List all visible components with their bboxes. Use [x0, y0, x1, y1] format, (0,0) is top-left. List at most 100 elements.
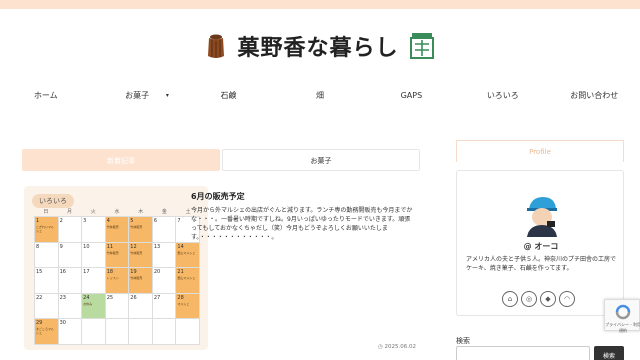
calendar-cell: 9	[58, 242, 83, 268]
calendar-event: 里山マルシェ	[177, 250, 196, 255]
calendar-day: 24	[83, 294, 90, 301]
nav-item-home[interactable]: ホーム	[0, 86, 91, 106]
canele-icon	[208, 34, 225, 58]
post-excerpt: 今月から外マルシェの出店がぐんと減ります。ランチ専の勤務開販売も今月までかな・・…	[191, 207, 413, 241]
social-links: ⌂ ◎ ◆ ◠	[502, 291, 575, 307]
calendar-day: 29	[36, 320, 43, 326]
nav-label: ホーム	[33, 91, 58, 100]
recaptcha-text[interactable]: プライバシー - 利用規約	[605, 322, 640, 334]
calendar-event: レッスン	[106, 276, 119, 280]
calendar-cell: 5 竹林販売	[129, 217, 153, 243]
calendar-cell: 21 里山マルシェ	[176, 268, 200, 294]
post-title[interactable]: 6月の販売予定	[191, 191, 245, 202]
post-card[interactable]: いろいろ 日月火水木金土 1 こぎれいマルシェ 2 3 4 竹林販売 5 竹林販売 6 7 8 9 10…	[22, 186, 420, 356]
calendar-day: 18	[106, 269, 114, 275]
nav-label: お問い合わせ	[570, 91, 619, 100]
calendar-event: 竹林販売	[106, 250, 119, 255]
weekday-label: 火	[90, 209, 96, 215]
calendar-event: マルシェ	[177, 301, 190, 306]
calendar-day: 19	[130, 269, 137, 275]
calendar-cell: 28 マルシェ	[176, 293, 200, 319]
calendar-day: 6	[153, 218, 158, 224]
chevron-down-icon: ▾	[165, 92, 169, 99]
nav-item-misc[interactable]: いろいろ	[457, 86, 548, 106]
nav-item-soap[interactable]: 石鹸	[183, 86, 274, 106]
post-thumbnail[interactable]: いろいろ 日月火水木金土 1 こぎれいマルシェ 2 3 4 竹林販売 5 竹林販売 6 7 8 9 10…	[24, 186, 208, 350]
calendar-event: こぎれいマルシェ	[36, 225, 55, 233]
calendar-day: 3	[83, 218, 87, 224]
calendar-cell: 19 竹林販売	[129, 268, 153, 294]
nav-item-sweets[interactable]: お菓子 ▾	[91, 86, 182, 106]
recaptcha-badge[interactable]: プライバシー - 利用規約	[604, 299, 640, 334]
site-header[interactable]: 菓野香な暮らし	[0, 24, 640, 68]
weekday-label: 木	[138, 209, 144, 215]
calendar-cell: 29 まごころマルシェ	[35, 319, 59, 345]
calendar-day: 21	[177, 269, 184, 275]
calendar-day: 5	[130, 218, 134, 224]
recaptcha-icon	[615, 304, 631, 320]
profile-heading: Profile	[456, 140, 624, 162]
calendar-grid: 1 こぎれいマルシェ 2 3 4 竹林販売 5 竹林販売 6 7 8 9 10 11 竹林販売 12 竹林販売 1…	[34, 216, 200, 345]
calendar: 日月火水木金土 1 こぎれいマルシェ 2 3 4 竹林販売 5 竹林販売 6 7 8 9 10 11 竹林販…	[34, 208, 200, 345]
instagram-icon[interactable]: ◎	[521, 291, 537, 307]
calendar-weekdays: 日月火水木金土	[34, 208, 200, 216]
calendar-cell: 11 竹林販売	[105, 242, 130, 268]
calendar-day: 14	[177, 243, 184, 250]
nav-label: いろいろ	[486, 91, 519, 100]
calendar-cell	[176, 319, 200, 345]
nav-item-contact[interactable]: お問い合わせ	[549, 86, 640, 106]
calendar-day: 7	[177, 218, 181, 224]
weekday-label: 日	[43, 209, 49, 215]
calendar-cell	[105, 319, 130, 345]
weekday-label: 金	[161, 209, 167, 215]
calendar-event: 竹林販売	[106, 225, 119, 229]
calendar-event: まごころマルシェ	[36, 327, 55, 335]
calendar-day: 15	[36, 269, 43, 275]
site-title[interactable]: 菓野香な暮らし	[237, 30, 398, 62]
weekday-label: 月	[67, 209, 73, 215]
calendar-cell: 25	[105, 293, 130, 319]
calendar-cell: 6	[152, 217, 177, 243]
calendar-cell: 18 レッスン	[105, 268, 130, 294]
calendar-cell: 3	[82, 217, 106, 243]
post-date: ◷ 2025.06.02	[378, 344, 416, 350]
calendar-event: 竹林販売	[130, 276, 143, 280]
user-name[interactable]: @ オーコ	[457, 241, 625, 252]
calendar-day: 28	[177, 294, 184, 301]
calendar-day: 17	[83, 269, 90, 275]
calendar-day: 9	[59, 243, 63, 250]
calendar-day: 25	[106, 294, 114, 301]
calendar-day: 13	[153, 243, 161, 250]
weekday-label: 水	[114, 209, 120, 215]
calendar-cell: 16	[58, 268, 83, 294]
calendar-cell: 17	[82, 268, 106, 294]
calendar-event: 竹林販売	[130, 250, 143, 255]
nav-item-gaps[interactable]: GAPS	[366, 86, 457, 106]
calendar-cell: 24 お休み	[82, 293, 106, 319]
calendar-day: 4	[106, 218, 110, 224]
calendar-event: お休み	[83, 301, 93, 306]
calendar-cell: 2	[58, 217, 83, 243]
search-label: 検索	[456, 337, 470, 345]
calendar-cell: 23	[58, 293, 83, 319]
nav-label: 畑	[315, 91, 324, 100]
calendar-event: 里山マルシェ	[177, 276, 196, 280]
search-input[interactable]	[456, 346, 590, 360]
search-button[interactable]: 検索	[594, 346, 624, 360]
home-icon[interactable]: ⌂	[502, 291, 518, 307]
tab-sweets[interactable]: お菓子	[222, 149, 420, 171]
calendar-day: 22	[36, 294, 43, 301]
rss-icon[interactable]: ◠	[559, 291, 575, 307]
calendar-cell: 14 里山マルシェ	[176, 242, 200, 268]
post-tabs: 新着記事 お菓子	[22, 149, 420, 171]
calendar-day: 8	[36, 243, 40, 250]
calendar-cell: 12 竹林販売	[129, 242, 153, 268]
calendar-day: 26	[130, 294, 137, 301]
avatar[interactable]	[521, 193, 563, 237]
calendar-cell: 20	[152, 268, 177, 294]
nav-item-field[interactable]: 畑	[274, 86, 365, 106]
feedly-icon[interactable]: ◆	[540, 291, 556, 307]
tab-new-posts[interactable]: 新着記事	[22, 149, 220, 171]
calendar-day: 11	[106, 243, 114, 250]
calendar-cell: 30	[58, 319, 83, 345]
